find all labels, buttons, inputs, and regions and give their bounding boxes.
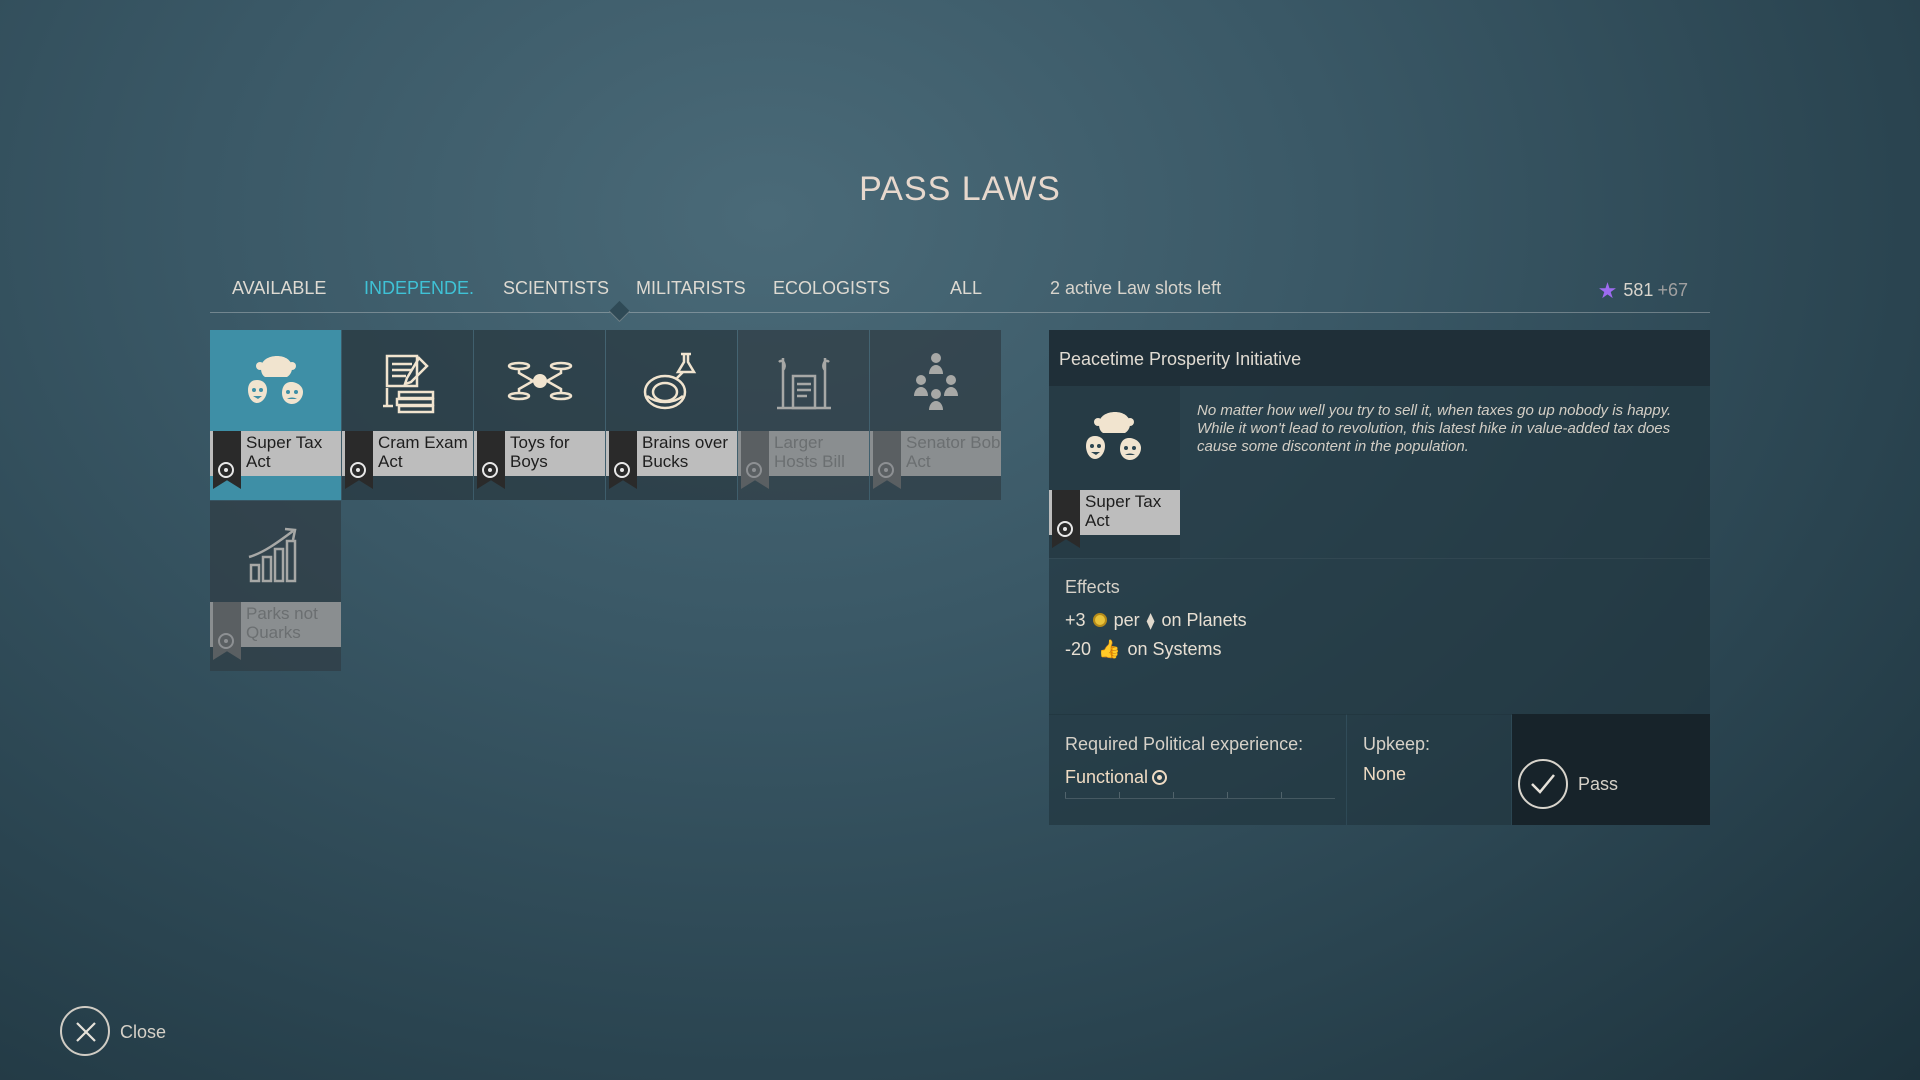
exam-icon xyxy=(342,348,473,418)
law-card-cram-exam-act[interactable]: Cram Exam Act xyxy=(342,330,473,500)
law-ribbon xyxy=(741,431,769,489)
political-experience-icon xyxy=(482,462,498,478)
influence-value: 581 xyxy=(1623,280,1654,300)
progress-tick xyxy=(1281,792,1282,798)
law-ribbon xyxy=(213,602,241,660)
progress-tick xyxy=(1227,792,1228,798)
tab-ecologists[interactable]: ECOLOGISTS xyxy=(773,278,890,299)
tab-independents[interactable]: INDEPENDE. xyxy=(364,278,474,299)
growth-chart-icon xyxy=(210,519,341,589)
law-ribbon xyxy=(477,431,505,489)
law-requirements: Required Political experience: Functiona… xyxy=(1049,714,1710,825)
political-experience-icon xyxy=(218,462,234,478)
law-ribbon xyxy=(345,431,373,489)
progress-tick xyxy=(1173,792,1174,798)
political-experience-icon xyxy=(218,633,234,649)
law-detail-card: Super Tax Act xyxy=(1049,386,1180,558)
law-card-parks-not-quarks[interactable]: Parks not Quarks xyxy=(210,501,341,671)
effect-line: -20 👍 on Systems xyxy=(1065,639,1222,660)
pass-button-label: Pass xyxy=(1578,774,1619,794)
senator-icon xyxy=(870,348,1001,418)
law-effects: Effects +3 per ⧫ on Planets -20 👍 on Sys… xyxy=(1049,558,1710,715)
checkmark-icon xyxy=(1518,759,1568,809)
approval-icon: 👍 xyxy=(1098,639,1121,659)
law-ribbon xyxy=(1052,490,1080,548)
law-card-brains-over-bucks[interactable]: Brains over Bucks xyxy=(606,330,737,500)
law-grid: Super Tax Act Cram Exam Act Toys for Boy… xyxy=(210,330,1002,672)
effect-target: on Systems xyxy=(1127,639,1222,659)
faction-tabs: AVAILABLE INDEPENDE. SCIENTISTS MILITARI… xyxy=(210,278,1710,323)
influence-gain: +67 xyxy=(1657,280,1688,300)
political-experience-icon xyxy=(350,462,366,478)
upkeep-label: Upkeep: xyxy=(1363,734,1431,754)
law-slots-remaining: 2 active Law slots left xyxy=(1050,278,1222,298)
influence-counter: ★ 581 +67 xyxy=(1598,278,1688,304)
required-experience-box: Required Political experience: Functiona… xyxy=(1049,714,1346,825)
political-experience-icon xyxy=(1152,770,1168,785)
tab-militarists[interactable]: MILITARISTS xyxy=(636,278,746,299)
effect-amount: -20 xyxy=(1065,639,1092,659)
law-card-toys-for-boys[interactable]: Toys for Boys xyxy=(474,330,605,500)
experience-level: Functional xyxy=(1065,767,1149,787)
masks-icon xyxy=(210,348,341,418)
law-flavor-text: No matter how well you try to sell it, w… xyxy=(1197,402,1672,455)
political-experience-icon xyxy=(614,462,630,478)
drone-icon xyxy=(474,348,605,418)
upkeep-box: Upkeep: None xyxy=(1347,714,1511,825)
required-experience-label: Required Political experience: xyxy=(1065,734,1304,754)
law-detail-panel: Peacetime Prosperity Initiative Super Ta… xyxy=(1049,330,1710,825)
required-experience-value: Functional xyxy=(1065,767,1168,788)
progress-tick xyxy=(1065,792,1066,798)
law-card-larger-hosts-bill[interactable]: Larger Hosts Bill xyxy=(738,330,869,500)
hosts-icon xyxy=(738,348,869,418)
effect-amount: +3 xyxy=(1065,610,1086,630)
law-detail-title: Peacetime Prosperity Initiative xyxy=(1049,330,1710,386)
law-ribbon xyxy=(213,431,241,489)
law-card-super-tax-act[interactable]: Super Tax Act xyxy=(210,330,341,500)
upkeep-value: None xyxy=(1363,764,1407,784)
close-icon xyxy=(60,1006,110,1056)
law-card-senator-bob-act[interactable]: Senator Bob Act xyxy=(870,330,1001,500)
population-icon: ⧫ xyxy=(1146,613,1155,630)
law-detail-body: Super Tax Act No matter how well you try… xyxy=(1049,386,1710,558)
page-title: PASS LAWS xyxy=(859,170,1061,208)
active-tab-caret xyxy=(608,300,631,323)
tab-scientists[interactable]: SCIENTISTS xyxy=(503,278,609,299)
pass-button[interactable]: Pass xyxy=(1512,714,1710,825)
effect-line: +3 per ⧫ on Planets xyxy=(1065,610,1247,631)
tab-available[interactable]: AVAILABLE xyxy=(232,278,326,299)
effect-target: on Planets xyxy=(1161,610,1247,630)
lab-icon xyxy=(606,348,737,418)
progress-tick xyxy=(1119,792,1120,798)
law-ribbon xyxy=(873,431,901,489)
effect-connector: per xyxy=(1113,610,1140,630)
law-ribbon xyxy=(609,431,637,489)
masks-icon xyxy=(1079,404,1149,474)
political-experience-icon xyxy=(1057,521,1073,537)
dust-icon xyxy=(1092,613,1107,627)
experience-progress-bar xyxy=(1065,792,1335,799)
star-icon: ★ xyxy=(1597,278,1618,303)
political-experience-icon xyxy=(878,462,894,478)
tab-all[interactable]: ALL xyxy=(950,278,982,299)
close-button-label: Close xyxy=(120,1022,167,1042)
political-experience-icon xyxy=(746,462,762,478)
effects-heading: Effects xyxy=(1065,577,1120,597)
